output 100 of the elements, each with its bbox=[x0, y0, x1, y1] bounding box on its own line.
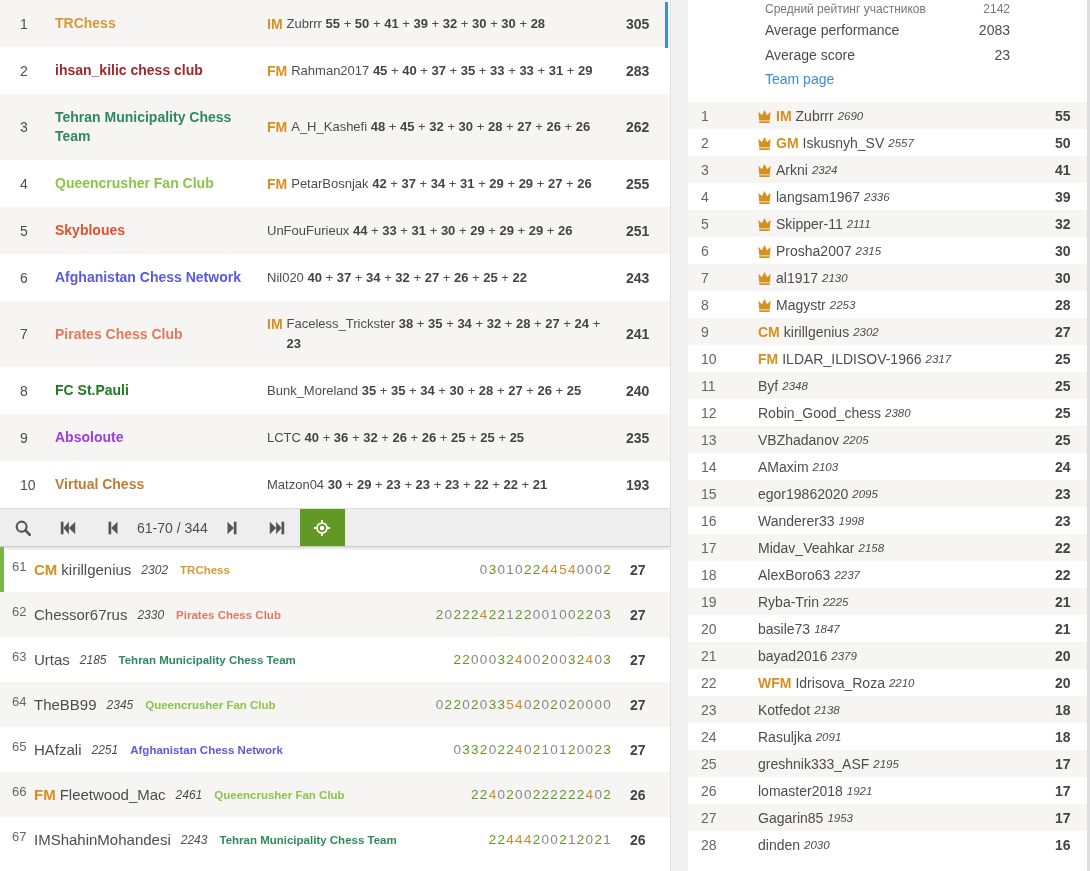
player-name-link[interactable]: TheBB99 bbox=[34, 696, 97, 713]
member-row[interactable]: 9 CM kirillgenius 2302 27 bbox=[688, 318, 1087, 345]
member-row[interactable]: 7 al1917 2130 30 bbox=[688, 264, 1087, 291]
player-name-link[interactable]: langsam1967 bbox=[776, 188, 861, 205]
player-name-link[interactable]: Idrisova_Roza bbox=[795, 674, 885, 691]
player-row[interactable]: 67 IMShahinMohandesi 2243 Tehran Municipality Chess Team 22444200212021 26 bbox=[0, 817, 670, 862]
team-name-link[interactable]: Tehran Municipality Chess Team bbox=[118, 653, 454, 666]
team-row[interactable]: 7 Pirates Chess Club IM Faceless_Trickster 38 + 35 + 34 + 32 + 28 + 27 + 24 + 23 241 bbox=[0, 301, 670, 367]
player-row[interactable]: 65 HAfzali 2251 Afghanistan Chess Network 033202240210120023 27 bbox=[0, 727, 670, 772]
leader-scores: Rahman2017 45 + 40 + 37 + 35 + 33 + 33 + 31 + 29 bbox=[291, 61, 594, 80]
player-name-link[interactable]: Skipper-11 bbox=[776, 215, 843, 232]
team-name-link[interactable]: Absoloute bbox=[55, 428, 255, 447]
player-name-link[interactable]: Zubrrr bbox=[795, 107, 834, 124]
member-row[interactable]: 26 lomaster2018 1921 17 bbox=[688, 777, 1087, 804]
member-row[interactable]: 8 Magystr 2253 28 bbox=[688, 291, 1087, 318]
player-name-link[interactable]: Ryba-Trin bbox=[758, 593, 819, 610]
member-row[interactable]: 19 Ryba-Trin 2225 21 bbox=[688, 588, 1087, 615]
player-name-link[interactable]: Urtas bbox=[34, 651, 70, 668]
team-row[interactable]: 3 Tehran Municipality Chess Team FM A_H_Kashefi 48 + 45 + 32 + 30 + 28 + 27 + 26 + 26 262 bbox=[0, 94, 670, 160]
member-row[interactable]: 14 AMaxim 2103 24 bbox=[688, 453, 1087, 480]
player-name-link[interactable]: bayad2016 bbox=[758, 647, 828, 664]
player-name-link[interactable]: Arkni bbox=[776, 161, 808, 178]
player-row[interactable]: 64 TheBB99 2345 Queencrusher Fan Club 02202033540202020000 27 bbox=[0, 682, 670, 727]
team-name-link[interactable]: FC St.Pauli bbox=[55, 381, 255, 400]
team-row[interactable]: 2 ihsan_kilic chess club FM Rahman2017 45 + 40 + 37 + 35 + 33 + 33 + 31 + 29 283 bbox=[0, 47, 670, 94]
team-row[interactable]: 10 Virtual Chess Matzon04 30 + 29 + 23 + 23 + 23 + 22 + 22 + 21 193 bbox=[0, 461, 670, 508]
player-name-link[interactable]: AMaxim bbox=[758, 458, 809, 475]
member-row[interactable]: 17 Midav_Veahkar 2158 22 bbox=[688, 534, 1087, 561]
team-row[interactable]: 4 Queencrusher Fan Club FM PetarBosnjak 42 + 37 + 34 + 31 + 29 + 29 + 27 + 26 255 bbox=[0, 160, 670, 207]
member-row[interactable]: 25 greshnik333_ASF 2195 17 bbox=[688, 750, 1087, 777]
locate-me-button[interactable] bbox=[299, 509, 345, 546]
leader-scores: Bunk_Moreland 35 + 35 + 34 + 30 + 28 + 27 + 26 + 25 bbox=[267, 381, 583, 400]
player-name-link[interactable]: al1917 bbox=[776, 269, 819, 286]
player-rating: 2103 bbox=[812, 460, 839, 473]
player-rating: 2243 bbox=[180, 832, 208, 847]
member-row[interactable]: 13 VBZhadanov 2205 25 bbox=[688, 426, 1087, 453]
player-name-link[interactable]: Kotfedot bbox=[758, 701, 811, 718]
player-name-link[interactable]: Iskusnyh_SV bbox=[802, 134, 885, 151]
player-name-link[interactable]: IMShahinMohandesi bbox=[34, 831, 171, 848]
member-row[interactable]: 21 bayad2016 2379 20 bbox=[688, 642, 1087, 669]
member-row[interactable]: 22 WFM Idrisova_Roza 2210 20 bbox=[688, 669, 1087, 696]
member-row[interactable]: 24 Rasuljka 2091 18 bbox=[688, 723, 1087, 750]
member-row[interactable]: 28 dinden 2030 16 bbox=[688, 831, 1087, 858]
member-row[interactable]: 3 Arkni 2324 41 bbox=[688, 156, 1087, 183]
player-row[interactable]: 63 Urtas 2185 Tehran Municipality Chess Team 220003240020032403 27 bbox=[0, 637, 670, 682]
rank-number: 3 bbox=[700, 161, 710, 178]
team-name-link[interactable]: Tehran Municipality Chess Team bbox=[219, 833, 489, 846]
team-row[interactable]: 5 Skybloues UnFouFurieux 44 + 33 + 31 + 30 + 29 + 29 + 29 + 26 251 bbox=[0, 207, 670, 254]
player-name-link[interactable]: Rasuljka bbox=[758, 728, 812, 745]
team-row[interactable]: 9 Absoloute LCTC 40 + 36 + 32 + 26 + 26 + 25 + 25 + 25 235 bbox=[0, 414, 670, 461]
player-name-link[interactable]: Chessor67rus bbox=[34, 606, 128, 623]
member-row[interactable]: 27 Gagarin85 1953 17 bbox=[688, 804, 1087, 831]
player-name-link[interactable]: Fleetwood_Mac bbox=[59, 786, 166, 803]
member-row[interactable]: 11 Byf 2348 25 bbox=[688, 372, 1087, 399]
player-name-link[interactable]: greshnik333_ASF bbox=[758, 755, 870, 772]
player-name-link[interactable]: Midav_Veahkar bbox=[758, 539, 855, 556]
member-row[interactable]: 16 Wanderer33 1998 23 bbox=[688, 507, 1087, 534]
page-range: 61-70 / 344 bbox=[136, 518, 209, 538]
member-row[interactable]: 15 egor19862020 2095 23 bbox=[688, 480, 1087, 507]
member-row[interactable]: 6 Prosha2007 2315 30 bbox=[688, 237, 1087, 264]
team-row[interactable]: 8 FC St.Pauli Bunk_Moreland 35 + 35 + 34 + 30 + 28 + 27 + 26 + 25 240 bbox=[0, 367, 670, 414]
member-row[interactable]: 23 Kotfedot 2138 18 bbox=[688, 696, 1087, 723]
player-row[interactable]: 62 Chessor67rus 2330 Pirates Chess Club 20222422122001002203 27 bbox=[0, 592, 670, 637]
team-name-link[interactable]: Afghanistan Chess Network bbox=[130, 743, 454, 756]
member-row[interactable]: 18 AlexBoro63 2237 22 bbox=[688, 561, 1087, 588]
player-name-link[interactable]: HAfzali bbox=[34, 741, 82, 758]
team-row[interactable]: 1 TRChess IM Zubrrr 55 + 50 + 41 + 39 + 32 + 30 + 30 + 28 305 bbox=[0, 0, 670, 47]
player-name-link[interactable]: ILDAR_ILDISOV-1966 bbox=[782, 350, 922, 367]
player-name-link[interactable]: egor19862020 bbox=[758, 485, 849, 502]
player-name-link[interactable]: kirillgenius bbox=[783, 323, 850, 340]
player-row[interactable]: 66 FM Fleetwood_Mac 2461 Queencrusher Fan Club 2240200222222402 26 bbox=[0, 772, 670, 817]
player-name-link[interactable]: Wanderer33 bbox=[758, 512, 835, 529]
member-row[interactable]: 20 basile73 1847 21 bbox=[688, 615, 1087, 642]
player-name-link[interactable]: kirillgenius bbox=[61, 561, 132, 578]
member-row[interactable]: 10 FM ILDAR_ILDISOV-1966 2317 25 bbox=[688, 345, 1087, 372]
player-rating: 1847 bbox=[814, 622, 840, 635]
scrollbar-thumb[interactable] bbox=[665, 2, 668, 48]
team-name-link[interactable]: ihsan_kilic chess club bbox=[55, 61, 255, 80]
rank-number: 10 bbox=[19, 476, 37, 493]
player-name-link[interactable]: VBZhadanov bbox=[758, 431, 839, 448]
member-row[interactable]: 5 Skipper-11 2111 32 bbox=[688, 210, 1087, 237]
player-name-link[interactable]: AlexBoro63 bbox=[758, 566, 831, 583]
player-score: 24 bbox=[1055, 458, 1072, 475]
team-row[interactable]: 6 Afghanistan Chess Network Nil020 40 + 37 + 34 + 32 + 27 + 26 + 25 + 22 243 bbox=[0, 254, 670, 301]
player-name-link[interactable]: dinden bbox=[758, 836, 801, 853]
player-name-link[interactable]: Robin_Good_chess bbox=[758, 404, 881, 421]
player-name-link[interactable]: Magystr bbox=[776, 296, 826, 313]
team-name-link[interactable]: Tehran Municipality Chess Team bbox=[55, 108, 255, 146]
team-page-link[interactable]: Team page bbox=[765, 71, 835, 87]
member-row[interactable]: 2 GM Iskusnyh_SV 2557 50 bbox=[688, 129, 1087, 156]
member-row[interactable]: 12 Robin_Good_chess 2380 25 bbox=[688, 399, 1087, 426]
player-name-link[interactable]: lomaster2018 bbox=[758, 782, 843, 799]
team-name-link[interactable]: Afghanistan Chess Network bbox=[55, 268, 255, 287]
player-name-link[interactable]: Byf bbox=[758, 377, 779, 394]
player-name-link[interactable]: Prosha2007 bbox=[776, 242, 852, 259]
team-name-link[interactable]: Skybloues bbox=[55, 221, 255, 240]
member-row[interactable]: 4 langsam1967 2336 39 bbox=[688, 183, 1087, 210]
member-row[interactable]: 1 IM Zubrrr 2690 55 bbox=[688, 102, 1087, 129]
player-name-link[interactable]: Gagarin85 bbox=[758, 809, 824, 826]
player-name-link[interactable]: basile73 bbox=[758, 620, 811, 637]
